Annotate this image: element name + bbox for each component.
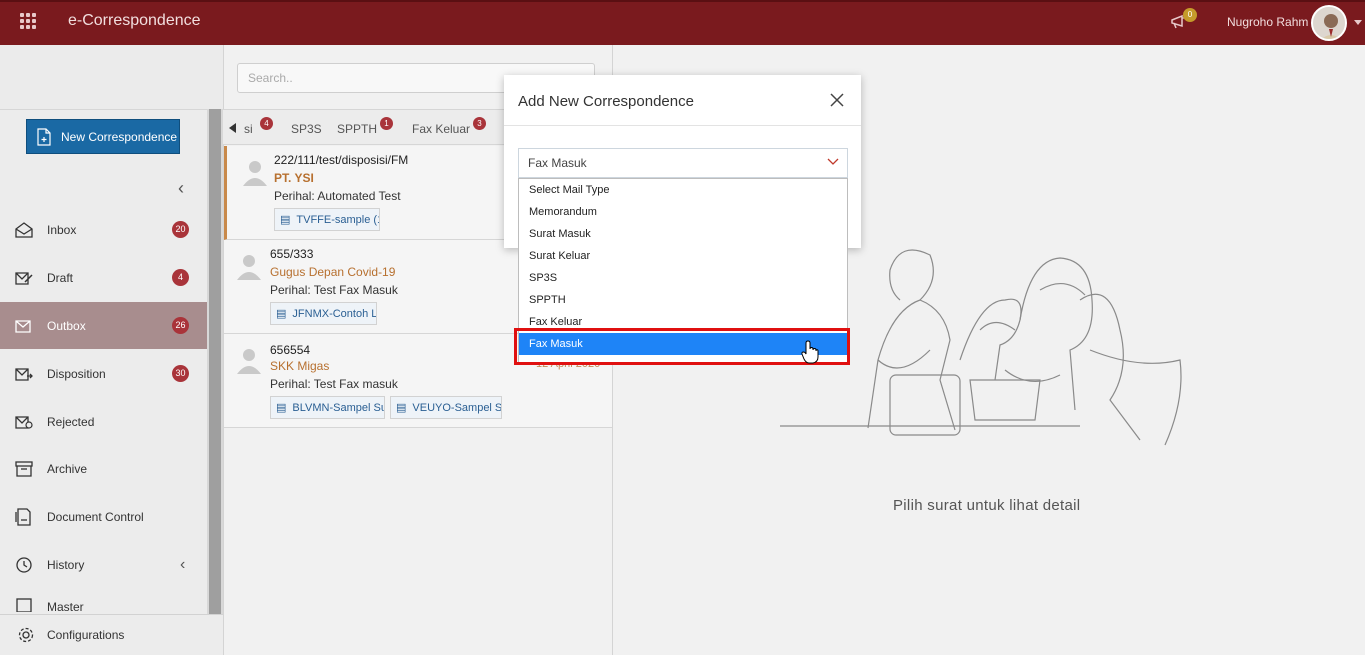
sidebar-item-outbox[interactable]: Outbox 26 <box>0 302 207 349</box>
attachment-name: JFNMX-Contoh La <box>292 307 377 320</box>
collapse-sidebar-icon[interactable]: ‹ <box>178 178 184 199</box>
sidebar-item-document-control[interactable]: Document Control <box>0 493 207 540</box>
top-bar <box>0 0 1365 45</box>
master-icon <box>14 594 34 614</box>
sidebar-item-rejected[interactable]: Rejected <box>0 398 207 445</box>
file-icon: ▤ <box>280 214 291 226</box>
attachment-chip[interactable]: ▤ VEUYO-Sampel Su <box>390 396 502 419</box>
disposition-icon <box>14 364 34 384</box>
sidebar-item-label: Outbox <box>47 318 86 333</box>
sidebar-item-master[interactable]: Master <box>0 589 207 614</box>
tab-partial[interactable]: si <box>244 122 253 136</box>
mail-sender: SKK Migas <box>270 359 330 373</box>
sidebar-item-label: Rejected <box>47 414 95 429</box>
attachment-chip[interactable]: ▤ BLVMN-Sampel Su <box>270 396 385 419</box>
attachment-chip[interactable]: ▤ JFNMX-Contoh La <box>270 302 377 325</box>
tabs-scroll-left-icon[interactable] <box>229 123 236 133</box>
select-value: Fax Masuk <box>528 156 587 170</box>
attachment-name: BLVMN-Sampel Su <box>292 401 385 414</box>
app-title: e-Correspondence <box>68 12 201 29</box>
draft-icon <box>14 268 34 288</box>
mail-code: 655/333 <box>270 247 314 261</box>
sidebar-item-label: Inbox <box>47 222 77 237</box>
file-icon: ▤ <box>396 402 407 414</box>
modal-divider <box>504 125 861 126</box>
selection-highlight-box <box>514 328 850 365</box>
rejected-icon <box>14 412 34 432</box>
sidebar-item-archive[interactable]: Archive <box>0 445 207 492</box>
app-grid-icon[interactable] <box>20 13 36 29</box>
avatar[interactable] <box>1311 5 1347 41</box>
tab-fax-keluar[interactable]: Fax Keluar <box>412 122 470 136</box>
sidebar-item-label: Document Control <box>47 509 144 524</box>
sidebar-item-label: Master <box>47 600 84 614</box>
archive-icon <box>14 459 34 479</box>
outbox-count-badge: 26 <box>172 317 189 334</box>
sidebar-item-inbox[interactable]: Inbox 20 <box>0 206 207 253</box>
configurations-label: Configurations <box>47 628 125 642</box>
sidebar-scrollbar-thumb[interactable] <box>209 109 221 614</box>
mail-code: 222/111/test/disposisi/FM <box>274 153 409 167</box>
chevron-left-icon: ‹ <box>180 555 186 573</box>
file-icon: ▤ <box>276 308 287 320</box>
empty-detail-text: Pilih surat untuk lihat detail <box>893 497 1081 514</box>
disposition-count-badge: 30 <box>172 365 189 382</box>
sidebar-item-label: Disposition <box>47 366 106 381</box>
attachment-chip[interactable]: ▤ TVFFE-sample (1 <box>274 208 380 231</box>
close-icon[interactable] <box>830 93 844 107</box>
sidebar-item-disposition[interactable]: Disposition 30 <box>0 350 207 397</box>
mail-sender: Gugus Depan Covid-19 <box>270 265 396 279</box>
person-icon <box>243 161 267 186</box>
document-control-icon <box>14 507 34 527</box>
new-correspondence-label: New Correspondence <box>61 129 178 144</box>
option-surat-masuk[interactable]: Surat Masuk <box>519 223 847 245</box>
gear-icon <box>17 626 35 644</box>
option-sp3s[interactable]: SP3S <box>519 267 847 289</box>
tab-sp3s[interactable]: SP3S <box>291 122 322 136</box>
option-select-mail-type[interactable]: Select Mail Type <box>519 179 847 201</box>
option-sppth[interactable]: SPPTH <box>519 289 847 311</box>
mail-perihal: Perihal: Automated Test <box>274 189 401 203</box>
chevron-down-icon <box>827 158 839 165</box>
sidebar-item-label: Draft <box>47 270 74 285</box>
modal-title: Add New Correspondence <box>518 93 694 110</box>
history-icon <box>14 555 34 575</box>
tab-badge: 1 <box>380 117 393 130</box>
inbox-count-badge: 20 <box>172 221 189 238</box>
configurations-item[interactable]: Configurations <box>0 614 223 655</box>
mail-perihal: Perihal: Test Fax Masuk <box>270 283 398 297</box>
person-icon <box>237 255 261 280</box>
attachment-name: VEUYO-Sampel Su <box>412 401 502 414</box>
sidebar-item-label: History <box>47 557 85 572</box>
sidebar-item-draft[interactable]: Draft 4 <box>0 254 207 301</box>
tab-badge: 4 <box>260 117 273 130</box>
mail-type-select[interactable]: Fax Masuk <box>518 148 848 178</box>
mail-sender: PT. YSI <box>274 171 314 185</box>
tab-sppth[interactable]: SPPTH <box>337 122 377 136</box>
outbox-icon <box>14 316 34 336</box>
file-icon: ▤ <box>276 402 287 414</box>
option-memorandum[interactable]: Memorandum <box>519 201 847 223</box>
tab-badge: 3 <box>473 117 486 130</box>
person-icon <box>237 349 261 374</box>
user-name[interactable]: Nugroho Rahm <box>1227 15 1308 29</box>
option-surat-keluar[interactable]: Surat Keluar <box>519 245 847 267</box>
new-correspondence-button[interactable]: New Correspondence <box>26 119 180 154</box>
draft-count-badge: 4 <box>172 269 189 286</box>
user-menu-caret-icon[interactable] <box>1354 20 1362 25</box>
inbox-icon <box>14 220 34 240</box>
notification-badge: 0 <box>1183 8 1197 22</box>
sidebar-item-history[interactable]: History ‹ <box>0 541 207 588</box>
sidebar-item-label: Archive <box>47 461 88 476</box>
mail-code: 656554 <box>270 343 311 357</box>
attachment-name: TVFFE-sample (1 <box>296 213 380 226</box>
hand-cursor-icon <box>801 340 819 364</box>
sidebar-header <box>0 45 223 109</box>
sidebar-scrollbar[interactable] <box>207 109 223 655</box>
new-document-icon <box>37 127 51 146</box>
mail-perihal: Perihal: Test Fax masuk <box>270 377 398 391</box>
